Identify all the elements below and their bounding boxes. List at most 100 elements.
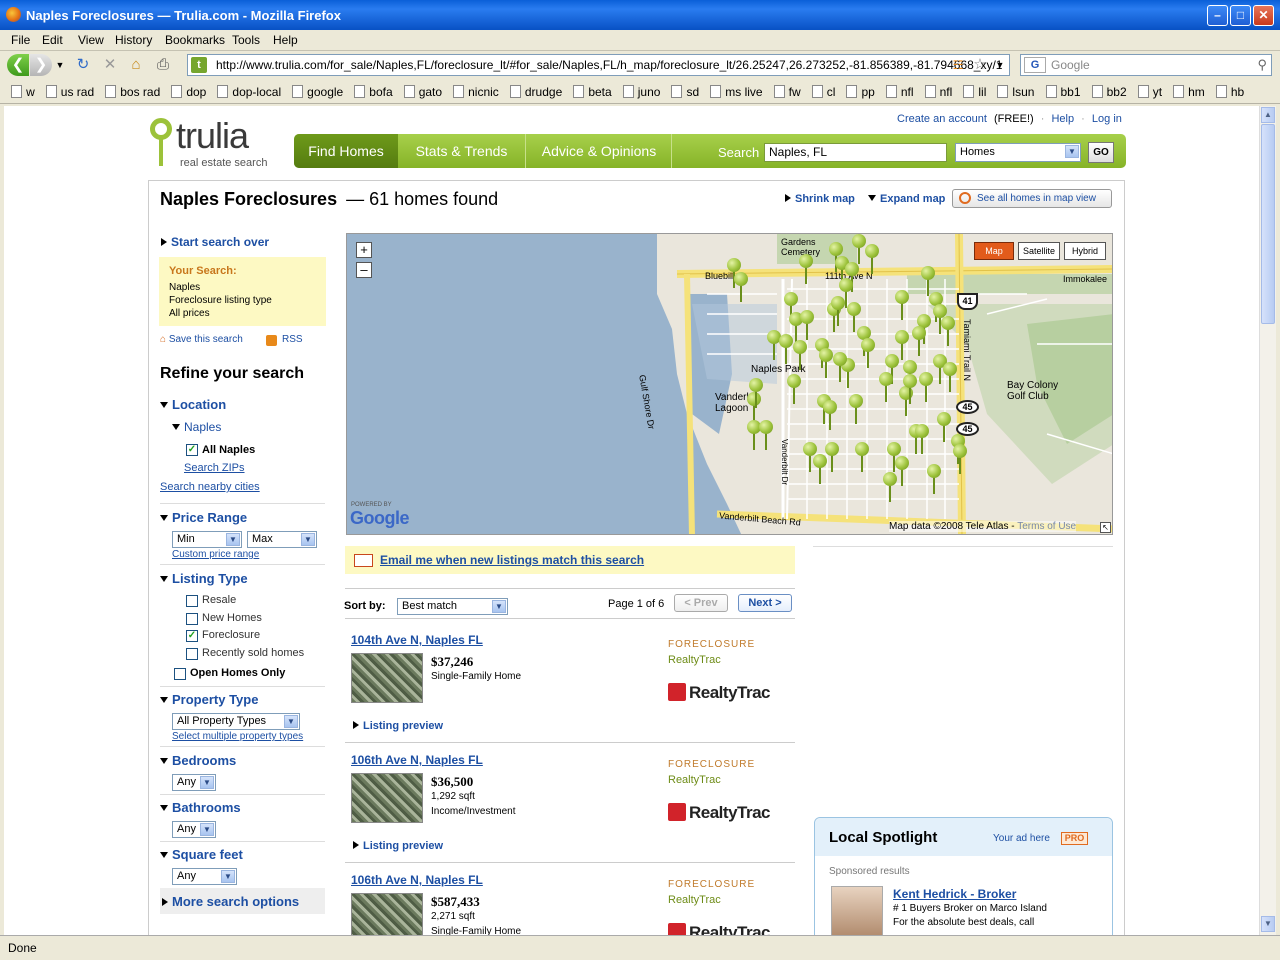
menu-help[interactable]: Help xyxy=(273,33,298,47)
map-pin-icon[interactable] xyxy=(883,472,897,502)
map-pin-icon[interactable] xyxy=(895,456,909,486)
bookmark-item[interactable]: pp xyxy=(846,85,875,99)
location-search-input[interactable]: Naples, FL xyxy=(764,143,947,162)
menu-file[interactable]: File xyxy=(11,33,30,47)
listing-address-link[interactable]: 106th Ave N, Naples FL xyxy=(351,753,483,767)
realtytrac-logo[interactable]: RealtyTrac xyxy=(668,923,771,935)
back-icon[interactable]: ❮ xyxy=(7,54,29,76)
property-type-toggle[interactable]: Property Type xyxy=(160,692,258,707)
listing-photo[interactable] xyxy=(351,773,423,823)
bookmark-item[interactable]: cl xyxy=(811,85,835,99)
resize-corner-icon[interactable]: ↖ xyxy=(1100,522,1111,533)
bookmark-item[interactable]: sd xyxy=(671,85,699,99)
map-type-hybrid-button[interactable]: Hybrid xyxy=(1064,242,1106,260)
listing-address-link[interactable]: 104th Ave N, Naples FL xyxy=(351,633,483,647)
map-pin-icon[interactable] xyxy=(861,338,875,368)
all-naples-checkbox[interactable]: ✓ xyxy=(186,444,198,456)
bookmark-item[interactable]: drudge xyxy=(509,85,562,99)
maximize-button[interactable]: □ xyxy=(1230,5,1251,26)
menu-history[interactable]: History xyxy=(115,33,152,47)
map-pin-icon[interactable] xyxy=(941,316,955,346)
bookmark-item[interactable]: hb xyxy=(1215,85,1244,99)
rss-link[interactable]: RSS xyxy=(266,334,303,346)
bedrooms-toggle[interactable]: Bedrooms xyxy=(160,753,236,768)
map-type-map-button[interactable]: Map xyxy=(974,242,1014,260)
vertical-scrollbar[interactable]: ▲ ▼ xyxy=(1259,106,1276,935)
google-engine-icon[interactable]: G xyxy=(1024,57,1046,73)
minimize-button[interactable]: – xyxy=(1207,5,1228,26)
property-type-select[interactable]: All Property Types ▼ xyxy=(172,713,300,730)
reload-icon[interactable]: ↻ xyxy=(73,54,93,76)
save-search-link[interactable]: ⌂ Save this search xyxy=(160,334,243,345)
search-type-select[interactable]: Homes ▼ xyxy=(955,143,1081,162)
bathrooms-toggle[interactable]: Bathrooms xyxy=(160,800,241,815)
bookmark-item[interactable]: w xyxy=(11,85,35,99)
email-alert-link[interactable]: Email me when new listings match this se… xyxy=(380,553,644,567)
magnifier-icon[interactable]: ⚲ xyxy=(1257,55,1267,75)
map-pin-icon[interactable] xyxy=(919,372,933,402)
next-page-button[interactable]: Next > xyxy=(738,594,792,612)
url-dropdown-icon[interactable]: ▼ xyxy=(994,54,1006,76)
max-price-select[interactable]: Max ▼ xyxy=(247,531,317,548)
bookmark-star-icon[interactable]: ☆ xyxy=(971,54,989,76)
menu-tools[interactable]: Tools xyxy=(232,33,260,47)
min-price-select[interactable]: Min ▼ xyxy=(172,531,242,548)
history-dropdown-icon[interactable]: ▼ xyxy=(55,54,65,76)
city-toggle[interactable]: Naples xyxy=(172,420,221,434)
price-range-toggle[interactable]: Price Range xyxy=(160,510,247,525)
map-pin-icon[interactable] xyxy=(831,296,845,326)
scroll-down-icon[interactable]: ▼ xyxy=(1261,916,1275,932)
map-pin-icon[interactable] xyxy=(927,464,941,494)
bookmark-item[interactable]: bofa xyxy=(354,85,393,99)
map-pin-icon[interactable] xyxy=(749,378,763,408)
realtytrac-logo[interactable]: RealtyTrac xyxy=(668,803,771,823)
bookmark-item[interactable]: us rad xyxy=(45,85,94,99)
bookmark-item[interactable]: nfl xyxy=(924,85,952,99)
map-pin-icon[interactable] xyxy=(879,372,893,402)
tab-stats-trends[interactable]: Stats & Trends xyxy=(398,134,526,168)
bedrooms-select[interactable]: Any ▼ xyxy=(172,774,216,791)
map-pin-icon[interactable] xyxy=(855,442,869,472)
foreclosure-checkbox[interactable]: ✓ xyxy=(186,630,198,642)
results-map[interactable]: Gardens Cemetery Bluebill 111th Ave N Im… xyxy=(346,233,1113,535)
map-pin-icon[interactable] xyxy=(849,394,863,424)
map-pin-icon[interactable] xyxy=(915,424,929,454)
expand-map-link[interactable]: Expand map xyxy=(868,193,945,205)
search-zips-link[interactable]: Search ZIPs xyxy=(184,462,245,474)
listing-photo[interactable] xyxy=(351,653,423,703)
more-options-link[interactable]: More search options xyxy=(162,894,299,909)
map-pin-icon[interactable] xyxy=(823,400,837,430)
prev-page-button[interactable]: < Prev xyxy=(674,594,728,612)
multiple-property-link[interactable]: Select multiple property types xyxy=(172,731,303,742)
help-link[interactable]: Help xyxy=(1051,113,1074,125)
map-pin-icon[interactable] xyxy=(825,442,839,472)
close-button[interactable]: ✕ xyxy=(1253,5,1274,26)
bookmark-item[interactable]: ms live xyxy=(710,85,763,99)
zoom-in-icon[interactable]: + xyxy=(356,242,372,258)
map-pin-icon[interactable] xyxy=(895,290,909,320)
resale-checkbox[interactable] xyxy=(186,595,198,607)
map-pin-icon[interactable] xyxy=(800,310,814,340)
shrink-map-link[interactable]: Shrink map xyxy=(785,193,855,205)
location-toggle[interactable]: Location xyxy=(160,397,226,412)
listing-type-toggle[interactable]: Listing Type xyxy=(160,571,248,586)
bookmark-item[interactable]: lil xyxy=(963,85,986,99)
bookmark-item[interactable]: hm xyxy=(1173,85,1205,99)
tab-advice-opinions[interactable]: Advice & Opinions xyxy=(527,134,672,168)
menu-view[interactable]: View xyxy=(78,33,104,47)
map-pin-icon[interactable] xyxy=(865,244,879,274)
bookmark-item[interactable]: bb1 xyxy=(1045,85,1081,99)
listing-preview-link[interactable]: Listing preview xyxy=(353,720,443,732)
scroll-up-icon[interactable]: ▲ xyxy=(1261,107,1275,123)
your-ad-link[interactable]: Your ad here xyxy=(993,833,1050,844)
go-button[interactable]: GO xyxy=(1088,142,1114,163)
map-type-satellite-button[interactable]: Satellite xyxy=(1018,242,1060,260)
home-icon[interactable]: ⌂ xyxy=(126,54,146,76)
map-pin-icon[interactable] xyxy=(759,420,773,450)
sort-select[interactable]: Best match ▼ xyxy=(397,598,508,615)
menu-bookmarks[interactable]: Bookmarks xyxy=(165,33,225,47)
map-pin-icon[interactable] xyxy=(903,374,917,404)
map-pin-icon[interactable] xyxy=(953,444,967,474)
map-pin-icon[interactable] xyxy=(787,374,801,404)
sponsor-name-link[interactable]: Kent Hedrick - Broker xyxy=(893,887,1016,901)
